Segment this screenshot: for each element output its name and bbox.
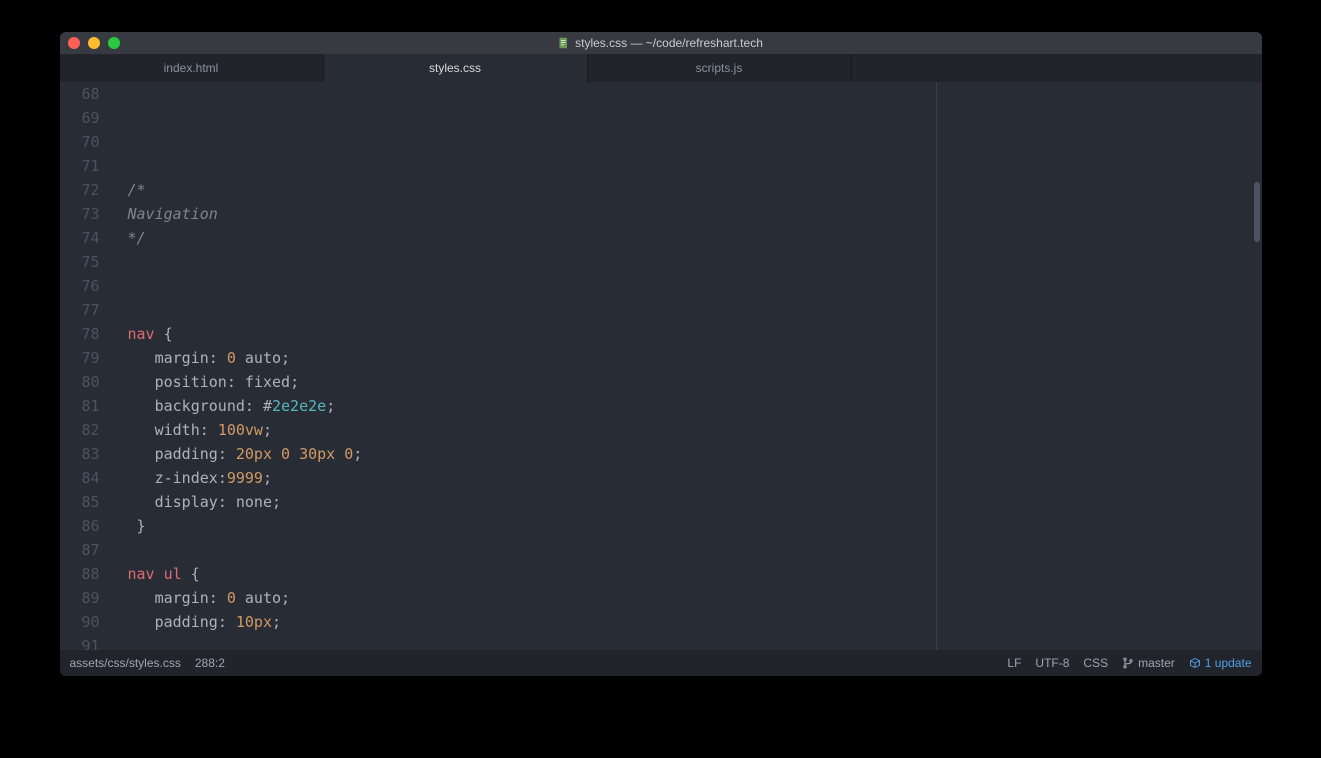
status-path[interactable]: assets/css/styles.css bbox=[70, 656, 181, 670]
code-line[interactable]: margin: 0 auto; bbox=[128, 346, 1262, 370]
line-number[interactable]: 72 bbox=[60, 178, 100, 202]
code-line[interactable] bbox=[128, 250, 1262, 274]
tab-styles-css[interactable]: styles.css bbox=[324, 54, 588, 82]
code-line[interactable]: nav ul { bbox=[128, 562, 1262, 586]
code-line[interactable]: /* bbox=[128, 178, 1262, 202]
tab-label: styles.css bbox=[429, 61, 481, 75]
code-line[interactable]: padding: 10px; bbox=[128, 610, 1262, 634]
line-number[interactable]: 75 bbox=[60, 250, 100, 274]
line-number[interactable]: 86 bbox=[60, 514, 100, 538]
line-number[interactable]: 87 bbox=[60, 538, 100, 562]
line-number[interactable]: 71 bbox=[60, 154, 100, 178]
code-line[interactable]: Navigation bbox=[128, 202, 1262, 226]
line-number[interactable]: 78 bbox=[60, 322, 100, 346]
line-number[interactable]: 74 bbox=[60, 226, 100, 250]
code-line[interactable] bbox=[128, 298, 1262, 322]
git-branch-icon bbox=[1122, 657, 1134, 669]
line-number[interactable]: 83 bbox=[60, 442, 100, 466]
line-number[interactable]: 80 bbox=[60, 370, 100, 394]
window-title-text: styles.css — ~/code/refreshart.tech bbox=[575, 36, 763, 50]
code-line[interactable]: nav { bbox=[128, 322, 1262, 346]
scrollbar-thumb[interactable] bbox=[1254, 182, 1260, 242]
traffic-lights bbox=[68, 37, 120, 49]
line-number[interactable]: 90 bbox=[60, 610, 100, 634]
titlebar[interactable]: styles.css — ~/code/refreshart.tech bbox=[60, 32, 1262, 54]
status-bar: assets/css/styles.css 288:2 LF UTF-8 CSS… bbox=[60, 650, 1262, 676]
tab-bar: index.html styles.css scripts.js bbox=[60, 54, 1262, 82]
code-line[interactable] bbox=[128, 154, 1262, 178]
line-number[interactable]: 68 bbox=[60, 82, 100, 106]
status-updates[interactable]: 1 update bbox=[1189, 656, 1252, 670]
line-number[interactable]: 76 bbox=[60, 274, 100, 298]
status-left: assets/css/styles.css 288:2 bbox=[70, 656, 225, 670]
code-line[interactable]: */ bbox=[128, 226, 1262, 250]
code-line[interactable]: background: #2e2e2e; bbox=[128, 394, 1262, 418]
line-number[interactable]: 70 bbox=[60, 130, 100, 154]
window-title: styles.css — ~/code/refreshart.tech bbox=[60, 36, 1262, 50]
editor-area[interactable]: 6869707172737475767778798081828384858687… bbox=[60, 82, 1262, 650]
status-language[interactable]: CSS bbox=[1083, 656, 1108, 670]
code-line[interactable] bbox=[128, 634, 1262, 650]
line-number-gutter[interactable]: 6869707172737475767778798081828384858687… bbox=[60, 82, 108, 650]
package-icon bbox=[1189, 657, 1201, 669]
close-button[interactable] bbox=[68, 37, 80, 49]
branch-name: master bbox=[1138, 656, 1175, 670]
code-line[interactable] bbox=[128, 538, 1262, 562]
line-number[interactable]: 89 bbox=[60, 586, 100, 610]
line-number[interactable]: 82 bbox=[60, 418, 100, 442]
wrap-guide bbox=[936, 82, 937, 650]
tab-label: scripts.js bbox=[696, 61, 743, 75]
line-number[interactable]: 73 bbox=[60, 202, 100, 226]
file-icon bbox=[558, 37, 570, 49]
line-number[interactable]: 84 bbox=[60, 466, 100, 490]
line-number[interactable]: 69 bbox=[60, 106, 100, 130]
code-line[interactable]: z-index:9999; bbox=[128, 466, 1262, 490]
line-number[interactable]: 88 bbox=[60, 562, 100, 586]
status-branch[interactable]: master bbox=[1122, 656, 1175, 670]
code-line[interactable]: padding: 20px 0 30px 0; bbox=[128, 442, 1262, 466]
editor-window: styles.css — ~/code/refreshart.tech inde… bbox=[60, 32, 1262, 676]
code-line[interactable] bbox=[128, 274, 1262, 298]
tab-label: index.html bbox=[164, 61, 219, 75]
line-number[interactable]: 91 bbox=[60, 634, 100, 650]
maximize-button[interactable] bbox=[108, 37, 120, 49]
tab-index-html[interactable]: index.html bbox=[60, 54, 324, 82]
minimize-button[interactable] bbox=[88, 37, 100, 49]
code-line[interactable]: } bbox=[128, 514, 1262, 538]
code-line[interactable]: margin: 0 auto; bbox=[128, 586, 1262, 610]
code-line[interactable]: width: 100vw; bbox=[128, 418, 1262, 442]
code-line[interactable]: display: none; bbox=[128, 490, 1262, 514]
status-cursor[interactable]: 288:2 bbox=[195, 656, 225, 670]
updates-text: 1 update bbox=[1205, 656, 1252, 670]
status-encoding[interactable]: UTF-8 bbox=[1035, 656, 1069, 670]
line-number[interactable]: 77 bbox=[60, 298, 100, 322]
line-number[interactable]: 79 bbox=[60, 346, 100, 370]
tab-scripts-js[interactable]: scripts.js bbox=[588, 54, 852, 82]
code-content[interactable]: /*Navigation*/ nav { margin: 0 auto; posi… bbox=[108, 82, 1262, 650]
status-eol[interactable]: LF bbox=[1007, 656, 1021, 670]
status-right: LF UTF-8 CSS master 1 update bbox=[1007, 656, 1251, 670]
line-number[interactable]: 81 bbox=[60, 394, 100, 418]
line-number[interactable]: 85 bbox=[60, 490, 100, 514]
code-line[interactable]: position: fixed; bbox=[128, 370, 1262, 394]
